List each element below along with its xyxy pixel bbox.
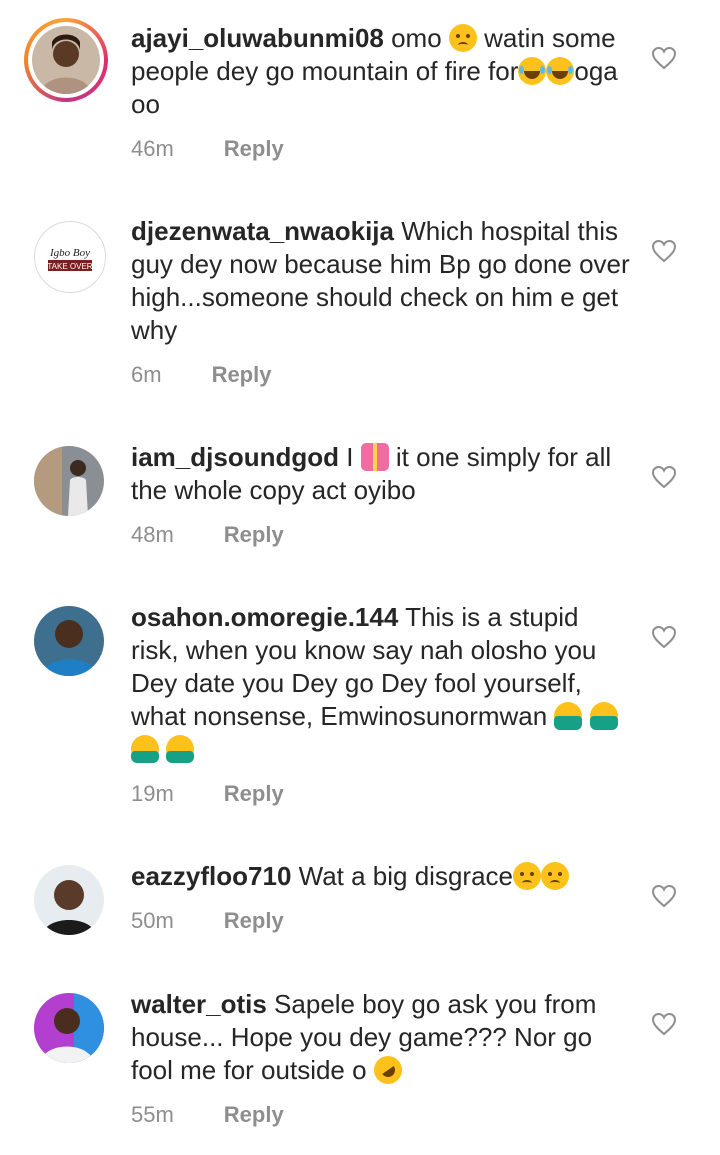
avatar[interactable]: Igbo Boy TAKE OVER (34, 221, 106, 293)
comment-text: iam_djsoundgod I it one simply for all t… (131, 442, 612, 505)
laughing-emoji-icon (546, 57, 575, 85)
heart-icon[interactable] (651, 239, 677, 263)
crying-face-emoji-icon (541, 862, 569, 890)
reply-button[interactable]: Reply (212, 362, 272, 387)
heart-icon[interactable] (651, 1012, 677, 1036)
comment-username[interactable]: eazzyfloo710 (131, 861, 291, 891)
comment-timestamp: 55m (131, 1102, 174, 1127)
comment-text: ajayi_oluwabunmi08 omo watin some people… (131, 23, 618, 119)
avatar[interactable] (34, 606, 104, 676)
heart-icon[interactable] (651, 625, 677, 649)
reply-button[interactable]: Reply (224, 522, 284, 547)
reply-button[interactable]: Reply (224, 1102, 284, 1127)
avatar-story-ring[interactable] (24, 18, 108, 102)
avatar (32, 26, 100, 94)
comment-text: osahon.omoregie.144 This is a stupid ris… (131, 601, 631, 766)
comment-username[interactable]: osahon.omoregie.144 (131, 602, 398, 632)
comment-meta: 46m Reply (131, 136, 284, 162)
comment-username[interactable]: djezenwata_nwaokija (131, 216, 394, 246)
comment-timestamp: 50m (131, 908, 174, 933)
heart-icon[interactable] (651, 465, 677, 489)
comment-timestamp: 19m (131, 781, 174, 806)
comment-username[interactable]: ajayi_oluwabunmi08 (131, 23, 384, 53)
facepalm-emoji-icon (554, 702, 583, 730)
comment-username[interactable]: iam_djsoundgod (131, 442, 339, 472)
avatar-logo-text: TAKE OVER (47, 262, 92, 271)
heart-with-ribbon-emoji-icon (360, 443, 389, 471)
comment-text: djezenwata_nwaokija Which hospital this … (131, 216, 630, 345)
facepalm-emoji-icon (589, 702, 618, 730)
avatar[interactable] (34, 446, 104, 516)
comment-timestamp: 48m (131, 522, 174, 547)
avatar-logo-text: Igbo Boy (49, 247, 90, 259)
massage-emoji-icon (166, 735, 195, 763)
comment-timestamp: 6m (131, 362, 162, 387)
massage-emoji-icon (131, 735, 159, 763)
heart-icon[interactable] (651, 46, 677, 70)
avatar[interactable] (34, 993, 104, 1063)
comment-meta: 50m Reply (131, 908, 284, 934)
comment-text: walter_otis Sapele boy go ask you from h… (131, 988, 631, 1090)
laughing-emoji-icon (518, 57, 547, 85)
reply-button[interactable]: Reply (224, 781, 284, 806)
comment-username[interactable]: walter_otis (131, 989, 267, 1019)
comment-meta: 48m Reply (131, 522, 284, 548)
comment-text: eazzyfloo710 Wat a big disgrace (131, 860, 631, 893)
comment-meta: 55m Reply (131, 1102, 284, 1128)
reply-button[interactable]: Reply (224, 136, 284, 161)
crying-face-emoji-icon (513, 862, 541, 890)
reply-button[interactable]: Reply (224, 908, 284, 933)
comment-timestamp: 46m (131, 136, 174, 161)
heart-icon[interactable] (651, 884, 677, 908)
rolling-laughing-emoji-icon (368, 1050, 408, 1090)
crying-face-emoji-icon (448, 24, 477, 52)
comment-meta: 6m Reply (131, 362, 271, 388)
comment-meta: 19m Reply (131, 781, 284, 807)
avatar[interactable] (34, 865, 104, 935)
